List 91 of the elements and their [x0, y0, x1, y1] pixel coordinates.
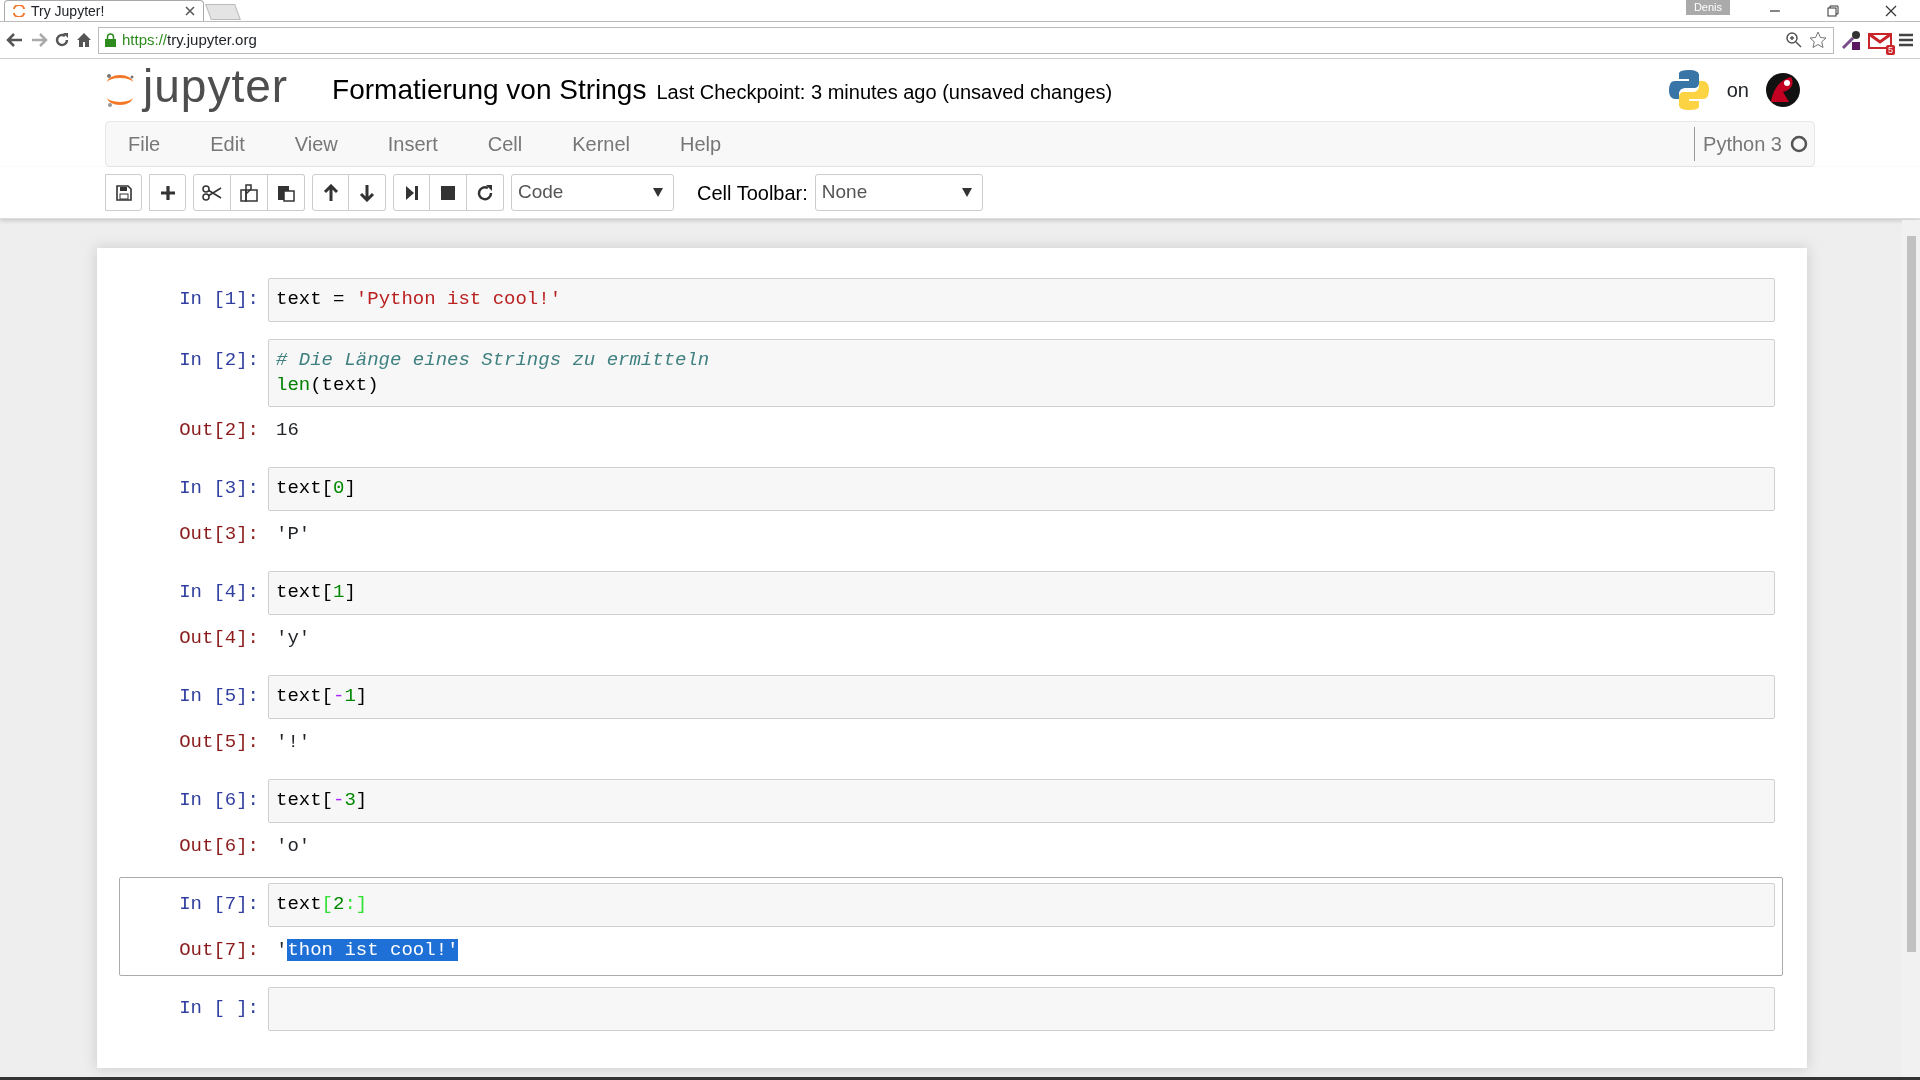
- kernel-name[interactable]: Python 3: [1694, 127, 1782, 161]
- output-text: 16: [275, 418, 300, 443]
- input-prompt: In [5]:: [178, 684, 260, 709]
- step-forward-icon: [404, 184, 419, 201]
- paste-button[interactable]: [268, 174, 305, 211]
- menu-item[interactable]: File: [128, 129, 161, 159]
- code-input[interactable]: text[1]: [268, 571, 1775, 615]
- move-down-button[interactable]: [349, 174, 386, 211]
- close-icon[interactable]: [1885, 4, 1897, 17]
- checkpoint-status: Last Checkpoint: 3 minutes ago (unsaved changes): [656, 80, 1113, 105]
- input-prompt: In [2]:: [178, 348, 260, 373]
- arrow-down-icon: [359, 183, 375, 202]
- caret-icon: [961, 188, 972, 197]
- save-icon: [115, 184, 132, 201]
- code-input[interactable]: # Die Länge eines Strings zu ermitteln len(text): [268, 339, 1775, 407]
- code-input[interactable]: [268, 987, 1775, 1031]
- output-text: 'o': [275, 834, 312, 859]
- mail-icon: [1868, 30, 1892, 51]
- notebook-cell[interactable]: In [6]: text[-3] Out[6]: 'o': [119, 773, 1783, 872]
- insert-cell-button[interactable]: [149, 174, 186, 211]
- input-prompt: In [6]:: [178, 788, 260, 813]
- restore-icon[interactable]: [1827, 4, 1839, 17]
- notebook-cell[interactable]: In [7]: text[2:] Out[7]: 'thon ist cool!': [119, 877, 1783, 976]
- home-icon[interactable]: [76, 32, 92, 48]
- input-prompt: In [1]:: [178, 287, 260, 312]
- run-button[interactable]: [393, 174, 430, 211]
- output-prompt: Out[5]:: [178, 730, 260, 755]
- code-input[interactable]: text[2:]: [268, 883, 1775, 927]
- menu-item[interactable]: Insert: [387, 129, 438, 159]
- restart-icon: [476, 183, 494, 202]
- notebook-title[interactable]: Formatierung von Strings: [332, 69, 647, 111]
- rackspace-logo-icon: [1765, 72, 1801, 108]
- jupyter-favicon-icon: [13, 5, 25, 17]
- cell-toolbar-label: Cell Toolbar:: [697, 180, 808, 206]
- star-icon[interactable]: [1809, 31, 1827, 49]
- output-prompt: Out[4]:: [178, 626, 260, 651]
- cut-button[interactable]: [193, 174, 231, 211]
- copy-button[interactable]: [231, 174, 268, 211]
- menu-item[interactable]: Cell: [487, 129, 523, 159]
- jupyter-mark-icon: [105, 73, 135, 107]
- on-label: on: [1726, 78, 1749, 103]
- save-button[interactable]: [105, 174, 142, 211]
- menu-item[interactable]: Kernel: [572, 129, 630, 159]
- restart-button[interactable]: [467, 174, 504, 211]
- output-text: '!': [275, 730, 312, 755]
- menu-icon[interactable]: [1898, 32, 1914, 48]
- mail-extension-button[interactable]: 5: [1868, 28, 1892, 52]
- url-text: https://try.jupyter.org: [122, 29, 257, 50]
- code-input[interactable]: text = 'Python ist cool!': [268, 278, 1775, 322]
- menu-item[interactable]: Edit: [210, 129, 245, 159]
- cell-toolbar-select[interactable]: None: [814, 174, 983, 211]
- code-input[interactable]: text[-1]: [268, 675, 1775, 719]
- input-prompt: In [4]:: [178, 580, 260, 605]
- arrow-up-icon: [322, 183, 339, 202]
- eyedropper-icon[interactable]: [1840, 29, 1862, 51]
- notebook-cell[interactable]: In [1]: text = 'Python ist cool!': [119, 272, 1783, 328]
- copy-icon: [240, 183, 258, 202]
- output-prompt: Out[2]:: [178, 418, 260, 443]
- paste-icon: [277, 183, 295, 202]
- output-prompt: Out[7]:: [178, 938, 260, 963]
- code-input[interactable]: text[0]: [268, 467, 1775, 511]
- scissors-icon: [202, 184, 222, 201]
- stop-icon: [440, 184, 456, 201]
- menu-item[interactable]: View: [294, 129, 338, 159]
- back-icon[interactable]: [6, 32, 24, 48]
- address-bar[interactable]: https://try.jupyter.org: [98, 26, 1834, 54]
- move-up-button[interactable]: [312, 174, 349, 211]
- output-prompt: Out[3]:: [178, 522, 260, 547]
- notebook-cell[interactable]: In [3]: text[0] Out[3]: 'P': [119, 461, 1783, 560]
- reload-icon[interactable]: [54, 32, 70, 48]
- code-input[interactable]: text[-3]: [268, 779, 1775, 823]
- notebook-cell[interactable]: In [ ]:: [119, 981, 1783, 1037]
- mail-count-badge: 5: [1886, 45, 1895, 55]
- input-prompt: In [ ]:: [178, 996, 260, 1021]
- output-prompt: Out[6]:: [178, 834, 260, 859]
- python-logo-icon: [1666, 68, 1711, 112]
- cell-type-select[interactable]: Code: [511, 174, 674, 211]
- caret-icon: [653, 188, 663, 197]
- menu-item[interactable]: Help: [680, 129, 722, 159]
- output-text: 'y': [275, 626, 312, 651]
- input-prompt: In [3]:: [178, 476, 260, 501]
- close-icon[interactable]: [185, 6, 195, 16]
- plus-icon: [159, 184, 176, 201]
- notebook-cell[interactable]: In [2]: # Die Länge eines Strings zu ermitteln len(text) Out[2]: 16: [119, 333, 1783, 456]
- notebook-cell[interactable]: In [4]: text[1] Out[4]: 'y': [119, 565, 1783, 664]
- output-text: 'P': [275, 522, 312, 547]
- stop-button[interactable]: [430, 174, 467, 211]
- input-prompt: In [7]:: [178, 892, 260, 917]
- lock-icon: [105, 33, 116, 47]
- zoom-icon[interactable]: [1785, 31, 1803, 49]
- notebook-cell[interactable]: In [5]: text[-1] Out[5]: '!': [119, 669, 1783, 768]
